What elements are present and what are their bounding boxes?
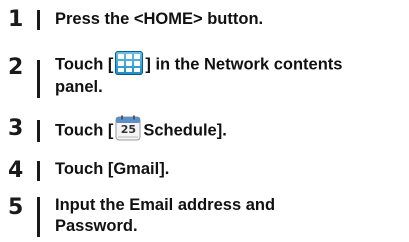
instruction-text: Touch [ — [55, 121, 114, 140]
step-divider — [37, 197, 40, 237]
step-instruction: Press the <HOME> button. — [55, 10, 264, 28]
step-divider — [37, 120, 40, 142]
step-2: 2 Touch [ ] in the Network contents pane… — [0, 48, 409, 100]
step-instruction: Touch [ 25 Schedule]. — [55, 115, 227, 144]
step-5: 5 Input the Email address and Password. — [0, 193, 409, 241]
instruction-text: ] in the Network contents — [145, 55, 343, 74]
step-1: 1 Press the <HOME> button. — [0, 6, 409, 32]
step-divider — [37, 10, 40, 30]
calendar-icon-date: 25 — [120, 123, 137, 136]
step-number: 4 — [8, 158, 24, 183]
step-4: 4 Touch [Gmail]. — [0, 156, 409, 183]
step-number: 1 — [8, 7, 24, 32]
step-3: 3 Touch [ 25 Schedule]. — [0, 112, 409, 142]
instruction-text: Touch [ — [55, 55, 114, 74]
calendar-schedule-icon: 25 — [115, 115, 141, 141]
step-instruction: Input the Email address and Password. — [55, 195, 275, 237]
instruction-text: Schedule]. — [143, 121, 227, 140]
step-line: panel. — [55, 78, 103, 96]
step-number: 3 — [8, 116, 24, 141]
step-line: Touch [ ] in the Network contents — [55, 51, 343, 77]
grid-menu-icon — [115, 51, 144, 75]
step-instruction: Touch [Gmail]. — [55, 160, 170, 178]
step-line: Input the Email address and — [55, 196, 276, 214]
step-number: 2 — [8, 55, 24, 80]
step-line: Password. — [55, 217, 138, 235]
step-divider — [37, 60, 40, 98]
step-instruction: Touch [ ] in the Network contents panel. — [55, 51, 343, 98]
step-number: 5 — [8, 195, 24, 220]
step-divider — [37, 161, 40, 181]
